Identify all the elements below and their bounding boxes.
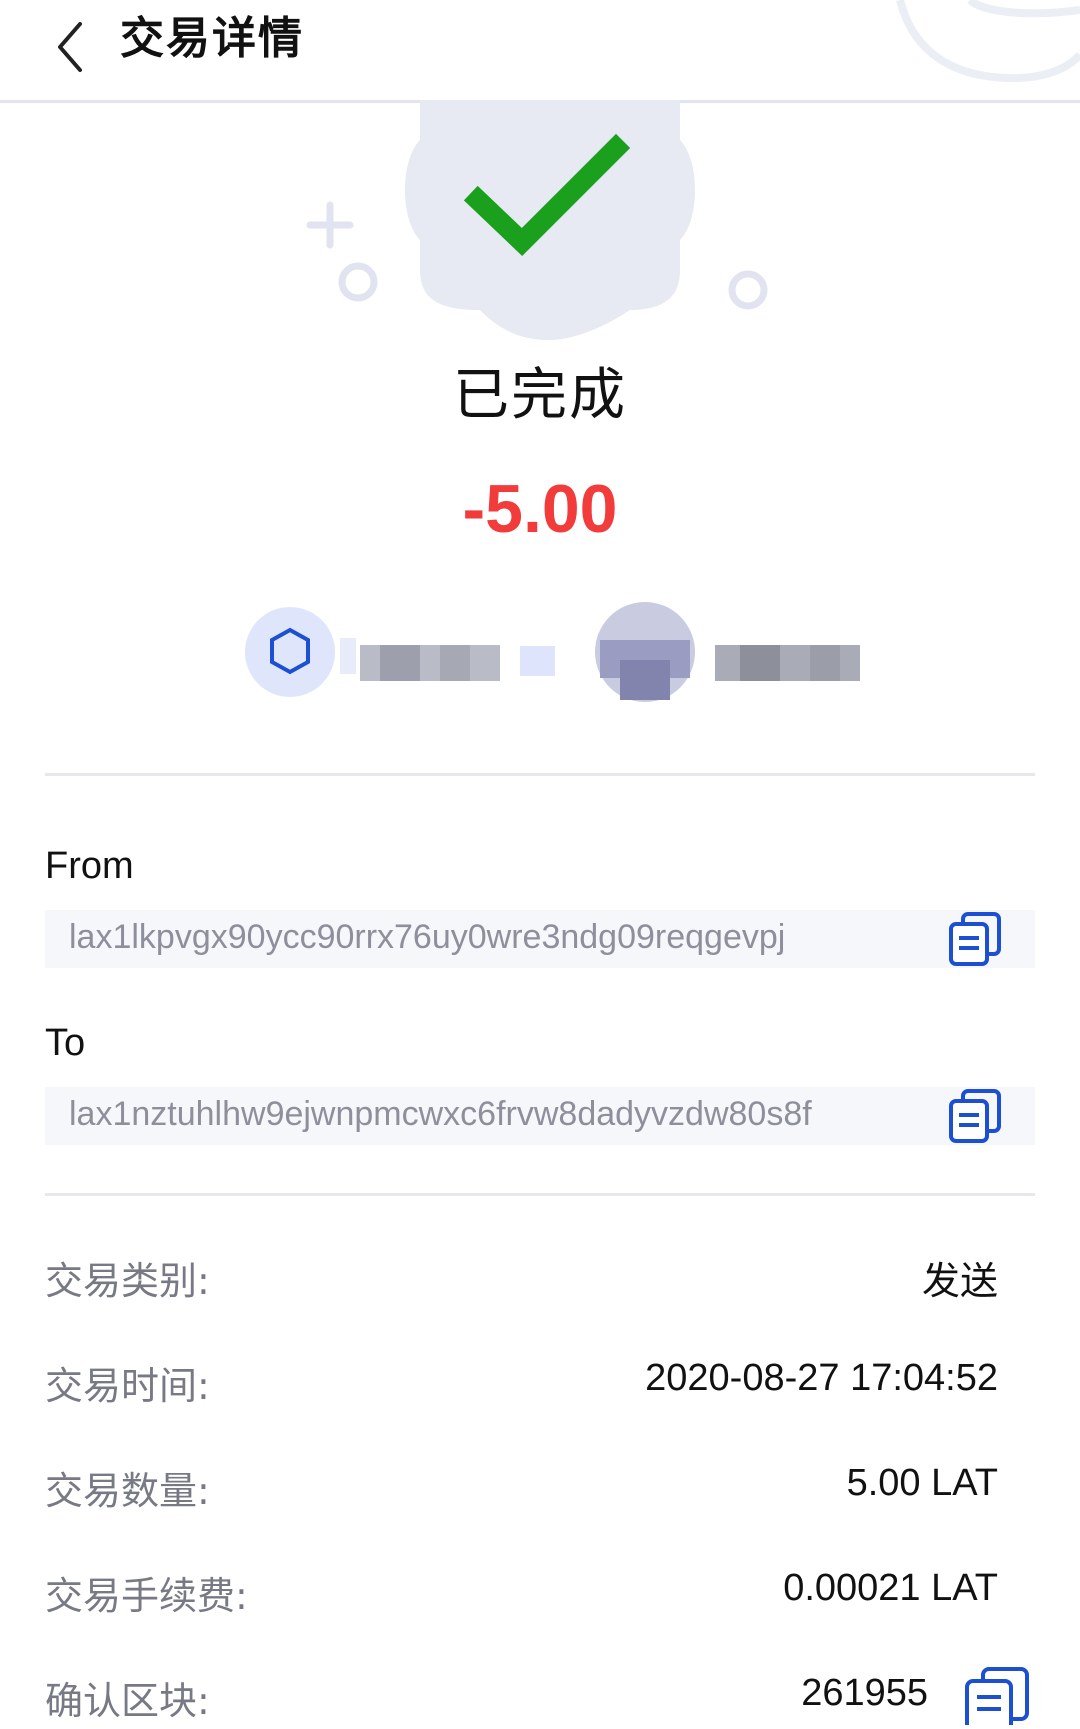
detail-label-time: 交易时间: xyxy=(45,1364,210,1408)
to-address: lax1nztuhlhw9ejwnpmcwxc6frvw8dadyvzdw80s… xyxy=(69,1095,812,1133)
detail-value-block: 261955 xyxy=(801,1672,928,1714)
wallet-pair xyxy=(0,600,1080,710)
circle-decoration-icon xyxy=(338,262,378,302)
circle-decoration-icon xyxy=(728,270,768,310)
detail-value-time: 2020-08-27 17:04:52 xyxy=(645,1357,998,1399)
divider xyxy=(45,1193,1035,1196)
detail-label-block: 确认区块: xyxy=(45,1679,210,1723)
wallet-avatar-from xyxy=(245,607,335,697)
detail-value-fee: 0.00021 LAT xyxy=(783,1567,998,1609)
plus-decoration-icon xyxy=(306,201,354,249)
success-badge-icon xyxy=(405,100,695,340)
from-label: From xyxy=(45,845,134,887)
detail-label-fee: 交易手续费: xyxy=(45,1574,248,1618)
divider xyxy=(45,773,1035,776)
copy-to-button[interactable] xyxy=(947,1087,1005,1145)
back-button[interactable] xyxy=(52,10,112,80)
copy-icon xyxy=(949,912,1001,966)
chevron-left-icon xyxy=(58,22,82,72)
detail-label-amount: 交易数量: xyxy=(45,1469,210,1513)
status-text: 已完成 xyxy=(453,363,627,428)
detail-value-type: 发送 xyxy=(921,1259,998,1303)
detail-value-amount: 5.00 LAT xyxy=(846,1462,998,1504)
to-address-box: lax1nztuhlhw9ejwnpmcwxc6frvw8dadyvzdw80s… xyxy=(45,1087,1035,1145)
to-label: To xyxy=(45,1022,86,1064)
from-address-box: lax1lkpvgx90ycc90rrx76uy0wre3ndg09reqgev… xyxy=(45,910,1035,968)
header-decoration xyxy=(896,0,1080,83)
wallet-avatar-to xyxy=(595,602,695,702)
copy-block-button[interactable] xyxy=(963,1665,1033,1729)
page-title: 交易详情 xyxy=(120,13,304,64)
detail-label-type: 交易类别: xyxy=(45,1259,210,1303)
app-header: 交易详情 xyxy=(0,0,1080,103)
copy-from-button[interactable] xyxy=(947,910,1005,968)
copy-icon xyxy=(949,1089,1001,1143)
transaction-amount: -5.00 xyxy=(462,471,618,547)
from-address: lax1lkpvgx90ycc90rrx76uy0wre3ndg09reqgev… xyxy=(69,918,786,956)
copy-icon xyxy=(965,1667,1029,1729)
